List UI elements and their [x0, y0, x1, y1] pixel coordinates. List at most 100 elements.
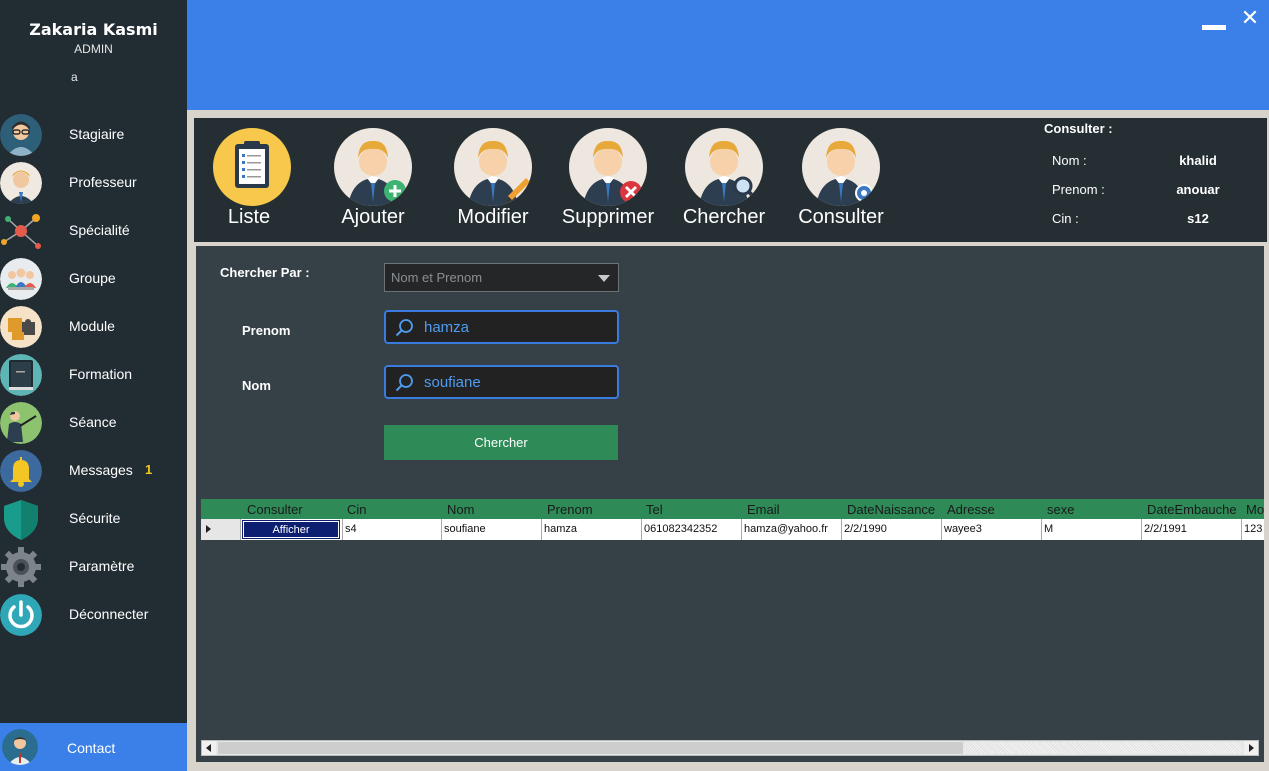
- sidebar-item-formation[interactable]: Formation: [0, 352, 187, 398]
- minimize-button[interactable]: [1202, 14, 1226, 30]
- tool-supprimer-button[interactable]: Supprimer: [548, 128, 668, 238]
- sidebar-item-specialite[interactable]: Spécialité: [0, 208, 187, 254]
- edit-person-icon: [454, 128, 532, 206]
- column-header[interactable]: Nom: [447, 502, 474, 517]
- column-header[interactable]: Adresse: [947, 502, 995, 517]
- column-header[interactable]: Mo: [1246, 502, 1264, 517]
- gear-icon: [0, 546, 42, 588]
- horizontal-scrollbar[interactable]: [201, 740, 1259, 756]
- sidebar-item-label: Professeur: [69, 174, 137, 190]
- column-header[interactable]: sexe: [1047, 502, 1074, 517]
- shield-icon: [0, 498, 42, 540]
- add-person-icon: [334, 128, 412, 206]
- close-button[interactable]: ✕: [1240, 5, 1260, 30]
- sidebar-item-label: Contact: [67, 740, 116, 756]
- scroll-right-icon[interactable]: [1244, 741, 1258, 755]
- search-by-selected: Nom et Prenom: [391, 270, 483, 285]
- specialty-network-icon: [0, 210, 42, 252]
- cell-adresse[interactable]: wayee3: [942, 519, 1042, 540]
- column-header[interactable]: Email: [747, 502, 780, 517]
- column-header[interactable]: Cin: [347, 502, 367, 517]
- tool-chercher-button[interactable]: Chercher: [664, 128, 784, 238]
- sidebar-item-professeur[interactable]: Professeur: [0, 160, 187, 206]
- sidebar-item-messages[interactable]: Messages 1: [0, 448, 187, 494]
- sidebar-item-label: Paramètre: [69, 558, 135, 574]
- current-row-icon: [206, 525, 211, 533]
- tool-label: Supprimer: [561, 206, 655, 228]
- cell-sexe[interactable]: M: [1042, 519, 1142, 540]
- tool-label: Ajouter: [341, 206, 405, 228]
- tool-label: Consulter: [798, 206, 884, 228]
- consult-cin-label: Cin :: [1052, 211, 1079, 226]
- tool-label: Modifier: [457, 206, 529, 228]
- sidebar-item-label: Messages: [69, 462, 133, 478]
- sidebar-item-groupe[interactable]: Groupe: [0, 256, 187, 302]
- sidebar-item-module[interactable]: Module: [0, 304, 187, 350]
- consult-cin-value: s12: [1187, 211, 1209, 226]
- tool-modifier-button[interactable]: Modifier: [433, 128, 553, 238]
- column-header[interactable]: DateEmbauche: [1147, 502, 1237, 517]
- user-extra-text: a: [71, 70, 78, 84]
- presenter-icon: [0, 402, 42, 444]
- cell-cin[interactable]: s4: [342, 519, 442, 540]
- prenom-search-value: hamza: [424, 319, 470, 336]
- nom-label: Nom: [242, 378, 271, 393]
- tool-liste-button[interactable]: Liste: [189, 128, 309, 238]
- top-bar: [187, 0, 1269, 110]
- cell-date-embauche[interactable]: 2/2/1991: [1142, 519, 1242, 540]
- consult-prenom-label: Prenom :: [1052, 182, 1105, 197]
- search-by-dropdown[interactable]: Nom et Prenom: [384, 263, 619, 292]
- column-header[interactable]: Prenom: [547, 502, 593, 517]
- cell-date-naissance[interactable]: 2/2/1990: [842, 519, 942, 540]
- column-header[interactable]: Consulter: [247, 502, 303, 517]
- nom-search-input[interactable]: soufiane: [384, 365, 619, 399]
- grid-header: Consulter Cin Nom Prenom Tel Email DateN…: [201, 499, 1264, 519]
- sidebar: Zakaria Kasmi ADMIN a Stagiaire Professe…: [0, 0, 187, 771]
- sidebar-item-deconnecter[interactable]: Déconnecter: [0, 592, 187, 638]
- cell-nom[interactable]: soufiane: [442, 519, 542, 540]
- chevron-down-icon: [598, 275, 610, 282]
- scroll-track[interactable]: [964, 742, 1242, 754]
- cell-next[interactable]: 123: [1242, 519, 1264, 540]
- contact-person-icon: [2, 729, 38, 765]
- consult-prenom-value: anouar: [1176, 182, 1220, 197]
- sidebar-item-label: Spécialité: [69, 222, 130, 238]
- search-person-icon: [685, 128, 763, 206]
- afficher-button[interactable]: Afficher: [242, 520, 340, 539]
- view-person-icon: [802, 128, 880, 206]
- column-header[interactable]: DateNaissance: [847, 502, 935, 517]
- sidebar-item-label: Formation: [69, 366, 133, 382]
- trainee-icon: [0, 114, 42, 156]
- tool-consulter-button[interactable]: Consulter: [781, 128, 901, 238]
- table-row[interactable]: Afficher s4 soufiane hamza 061082342352 …: [201, 519, 1264, 540]
- search-by-label: Chercher Par :: [220, 265, 310, 280]
- scroll-thumb[interactable]: [218, 742, 963, 754]
- app-window: Zakaria Kasmi ADMIN a Stagiaire Professe…: [0, 0, 1269, 771]
- prenom-search-input[interactable]: hamza: [384, 310, 619, 344]
- close-icon: ✕: [1240, 5, 1260, 30]
- consult-nom-value: khalid: [1179, 153, 1217, 168]
- scroll-left-icon[interactable]: [202, 741, 216, 755]
- sidebar-item-stagiaire[interactable]: Stagiaire: [0, 112, 187, 158]
- sidebar-item-parametre[interactable]: Paramètre: [0, 544, 187, 590]
- cell-email[interactable]: hamza@yahoo.fr: [742, 519, 842, 540]
- sidebar-item-label: Séance: [69, 414, 117, 430]
- sidebar-item-contact[interactable]: Contact: [0, 723, 187, 771]
- cell-prenom[interactable]: hamza: [542, 519, 642, 540]
- prenom-label: Prenom: [242, 323, 291, 338]
- cell-tel[interactable]: 061082342352: [642, 519, 742, 540]
- tool-ajouter-button[interactable]: Ajouter: [313, 128, 433, 238]
- delete-person-icon: [569, 128, 647, 206]
- sidebar-item-securite[interactable]: Sécurite: [0, 496, 187, 542]
- column-header[interactable]: Tel: [646, 502, 663, 517]
- teacher-icon: [0, 162, 42, 204]
- consult-panel-title: Consulter :: [1044, 121, 1113, 136]
- row-selector[interactable]: [201, 519, 241, 540]
- search-icon: [395, 374, 413, 392]
- minimize-icon: [1202, 25, 1226, 30]
- bell-icon: [0, 450, 42, 492]
- sidebar-item-seance[interactable]: Séance: [0, 400, 187, 446]
- clipboard-list-icon: [213, 128, 291, 206]
- chercher-button[interactable]: Chercher: [384, 425, 618, 460]
- nom-search-value: soufiane: [424, 374, 481, 391]
